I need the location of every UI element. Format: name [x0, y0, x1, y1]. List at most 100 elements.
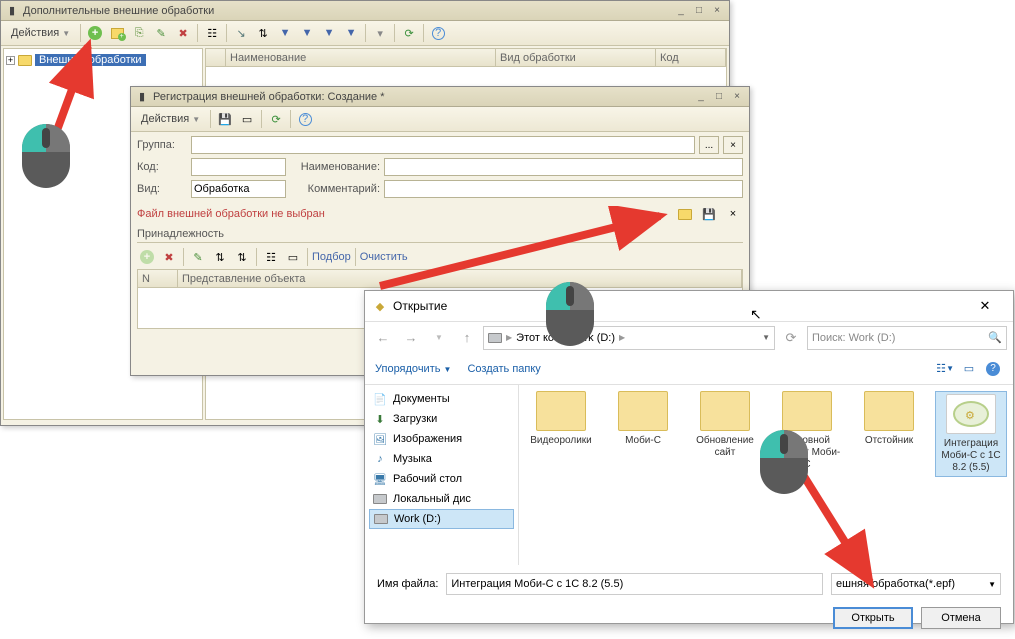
save-file-button[interactable]: 💾 — [699, 204, 719, 224]
tree3-button[interactable]: ☷ — [261, 247, 281, 267]
colRep[interactable]: Представление объекта — [178, 270, 742, 287]
hierarchy-button[interactable]: ☷ — [202, 23, 222, 43]
side-workd[interactable]: Work (D:) — [369, 509, 514, 529]
fdlg-file-list[interactable]: Видеоролики Моби-С Обновление сайт Основ… — [519, 385, 1013, 565]
tree1-button[interactable]: ⇅ — [210, 247, 230, 267]
ownership-label: Принадлежность — [137, 228, 743, 243]
close-button[interactable]: ✕ — [965, 298, 1005, 314]
tree4-button[interactable]: ▭ — [283, 247, 303, 267]
win1-title: Дополнительные внешние обработки — [23, 5, 214, 17]
tree-item[interactable]: + Внешние обработки — [6, 51, 200, 69]
open-button[interactable]: Открыть — [833, 607, 913, 629]
minimize-button[interactable]: _ — [693, 90, 709, 104]
cancel-button[interactable]: Отмена — [921, 607, 1001, 629]
crumb-pc[interactable]: Этот ко — [516, 332, 554, 344]
help-button[interactable]: ? — [428, 23, 448, 43]
side-music[interactable]: ♪Музыка — [369, 449, 514, 469]
edit-button[interactable]: ✎ — [151, 23, 171, 43]
file-folder[interactable]: Моби-С — [607, 391, 679, 447]
side-docs[interactable]: 📄Документы — [369, 389, 514, 409]
add-row-button: + — [137, 247, 157, 267]
filter2-button[interactable]: ▼ — [297, 23, 317, 43]
grid-col-blank[interactable] — [206, 49, 226, 66]
back-button[interactable]: ← — [371, 326, 395, 350]
actions-menu[interactable]: Действия ▼ — [135, 109, 206, 129]
fdlg-title-text: Открытие — [393, 299, 447, 313]
pc-icon — [488, 333, 502, 343]
colN[interactable]: N — [138, 270, 178, 287]
win2-title: Регистрация внешней обработки: Создание … — [153, 91, 385, 103]
help-button[interactable]: ? — [295, 109, 315, 129]
organize-menu[interactable]: Упорядочить ▼ — [375, 363, 451, 375]
sort-up-button[interactable]: ⇅ — [253, 23, 273, 43]
clear-link[interactable]: Очистить — [360, 251, 408, 263]
side-downloads[interactable]: ⬇Загрузки — [369, 409, 514, 429]
close-button[interactable]: × — [709, 4, 725, 18]
preview-button[interactable]: ▭ — [959, 359, 979, 379]
filetype-dropdown[interactable]: ешняя обработка(*.epf)▼ — [831, 573, 1001, 595]
filename-input[interactable] — [446, 573, 823, 595]
breadcrumb[interactable]: ▶ Этот ко ▶ Work (D:) ▶ ▼ — [483, 326, 775, 350]
side-images[interactable]: 🖼Изображения — [369, 429, 514, 449]
group-select-button[interactable]: ... — [699, 136, 719, 154]
search-box[interactable]: Поиск: Work (D:) 🔍 — [807, 326, 1007, 350]
del-row-button[interactable]: ✖ — [159, 247, 179, 267]
file-folder[interactable]: Отстойник — [853, 391, 925, 447]
file-folder[interactable]: Обновление сайт — [689, 391, 761, 459]
grid-col-code[interactable]: Код — [656, 49, 726, 66]
newfolder-button[interactable]: Создать папку — [467, 363, 540, 375]
maximize-button[interactable]: □ — [711, 90, 727, 104]
crumb-workd[interactable]: Work (D:) — [568, 332, 615, 344]
fdlg-sidebar[interactable]: 📄Документы ⬇Загрузки 🖼Изображения ♪Музык… — [365, 385, 519, 565]
go-button[interactable]: ⟳ — [266, 109, 286, 129]
code-input[interactable] — [191, 158, 286, 176]
select-link[interactable]: Подбор — [312, 251, 351, 263]
name-input[interactable] — [384, 158, 743, 176]
forward-button[interactable]: → — [399, 326, 423, 350]
filter3-button[interactable]: ▼ — [319, 23, 339, 43]
add-button[interactable]: + — [85, 23, 105, 43]
delete-button[interactable]: ✖ — [173, 23, 193, 43]
tree2-button[interactable]: ⇅ — [232, 247, 252, 267]
move-button[interactable]: ↘ — [231, 23, 251, 43]
tree-label: Внешние обработки — [35, 54, 146, 66]
edit-row-button[interactable]: ✎ — [188, 247, 208, 267]
fdlg-toolbar: Упорядочить ▼ Создать папку ☷▼ ▭ ? — [365, 353, 1013, 385]
maximize-button[interactable]: □ — [691, 4, 707, 18]
clear-icon: × — [726, 207, 740, 221]
dlg-help-button[interactable]: ? — [983, 359, 1003, 379]
code-label: Код: — [137, 161, 187, 173]
open-file-button[interactable] — [675, 204, 695, 224]
actions-menu[interactable]: Действия ▼ — [5, 23, 76, 43]
refresh-button[interactable]: ⟳ — [399, 23, 419, 43]
file-folder[interactable]: Видеоролики — [525, 391, 597, 447]
group-clear-button[interactable]: × — [723, 136, 743, 154]
file-folder[interactable]: Основной каталог Моби-С — [771, 391, 843, 471]
history-dropdown[interactable]: ▼ — [427, 326, 451, 350]
funnel-button[interactable]: ▾ — [370, 23, 390, 43]
clear-file-button[interactable]: × — [723, 204, 743, 224]
file-epf-selected[interactable]: ⚙Интеграция Моби-С с 1С 8.2 (5.5) — [935, 391, 1007, 477]
side-localdisk[interactable]: Локальный дис — [369, 489, 514, 509]
add-folder-button[interactable]: + — [107, 23, 127, 43]
save-button[interactable]: 💾 — [215, 109, 235, 129]
grid-col-kind[interactable]: Вид обработки — [496, 49, 656, 66]
copy-button[interactable]: ⎘ — [129, 23, 149, 43]
minimize-button[interactable]: _ — [673, 4, 689, 18]
side-desktop[interactable]: 🖥Рабочий стол — [369, 469, 514, 489]
comment-input[interactable] — [384, 180, 743, 198]
view-menu[interactable]: ☷▼ — [935, 359, 955, 379]
kind-input[interactable] — [191, 180, 286, 198]
folder-icon — [18, 55, 32, 66]
group-input[interactable] — [191, 136, 695, 154]
search-placeholder: Поиск: Work (D:) — [812, 332, 895, 344]
refresh-button[interactable]: ⟳ — [779, 326, 803, 350]
close-button[interactable]: × — [729, 90, 745, 104]
filter4-button[interactable]: ▼ — [341, 23, 361, 43]
view-button[interactable]: ▭ — [237, 109, 257, 129]
grid-col-name[interactable]: Наименование — [226, 49, 496, 66]
fdlg-titlebar: ◆ Открытие ✕ — [365, 291, 1013, 321]
filter1-button[interactable]: ▼ — [275, 23, 295, 43]
up-button[interactable]: ↑ — [455, 326, 479, 350]
kind-label: Вид: — [137, 183, 187, 195]
